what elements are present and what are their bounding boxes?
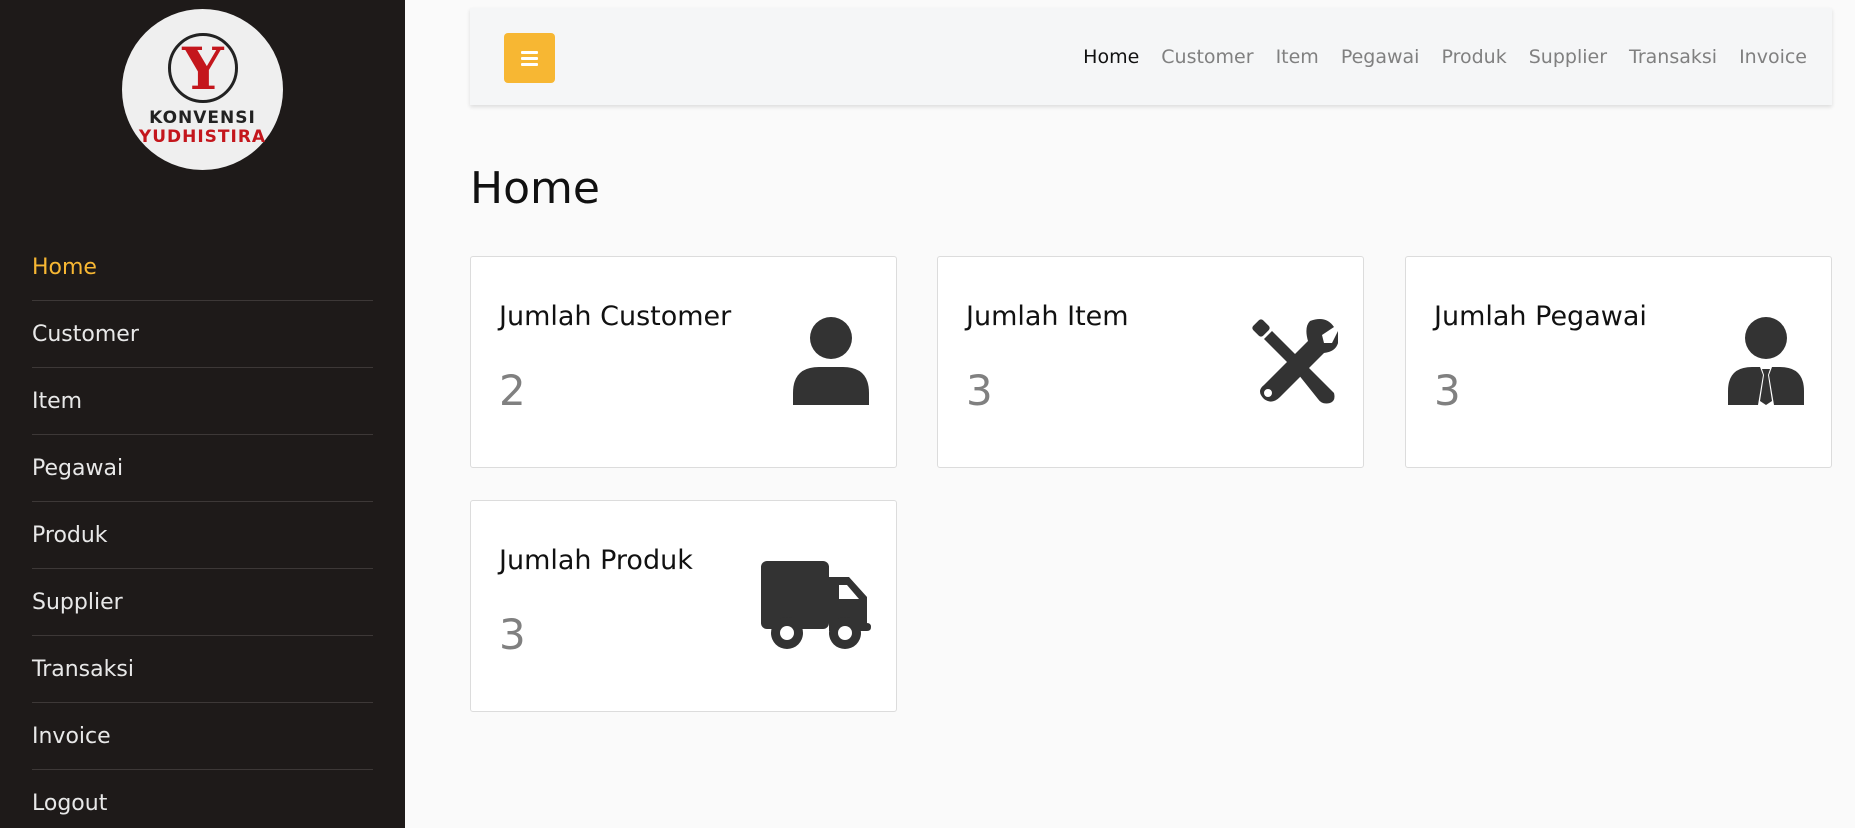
card-value: 3: [1434, 366, 1461, 415]
topnav-link-home[interactable]: Home: [1083, 46, 1139, 68]
sidebar-item-produk[interactable]: Produk: [32, 502, 373, 569]
card-pegawai: Jumlah Pegawai 3: [1405, 256, 1832, 468]
page-title: Home: [470, 163, 600, 214]
topnav-link-invoice[interactable]: Invoice: [1739, 46, 1807, 68]
sidebar-item-customer[interactable]: Customer: [32, 301, 373, 368]
sidebar-item-logout[interactable]: Logout: [32, 770, 373, 828]
topnav-link-supplier[interactable]: Supplier: [1529, 46, 1607, 68]
sidebar-nav: Home Customer Item Pegawai Produk Suppli…: [32, 234, 373, 828]
logo-line2: YUDHISTIRA: [138, 127, 267, 147]
tools-icon: [1252, 319, 1338, 404]
topnav-link-customer[interactable]: Customer: [1161, 46, 1253, 68]
logo-line1: KONVENSI: [149, 108, 256, 128]
topnav-link-produk[interactable]: Produk: [1441, 46, 1506, 68]
sidebar-item-pegawai[interactable]: Pegawai: [32, 435, 373, 502]
truck-icon: [761, 561, 871, 649]
hamburger-icon: [521, 50, 538, 54]
logo: Y KONVENSI YUDHISTIRA: [122, 9, 283, 170]
user-tie-icon: [1728, 317, 1804, 405]
menu-toggle-button[interactable]: [504, 33, 555, 83]
topnav-link-pegawai[interactable]: Pegawai: [1341, 46, 1420, 68]
sidebar-item-invoice[interactable]: Invoice: [32, 703, 373, 770]
user-icon: [793, 317, 869, 405]
sidebar-item-transaksi[interactable]: Transaksi: [32, 636, 373, 703]
card-item: Jumlah Item 3: [937, 256, 1364, 468]
card-title: Jumlah Pegawai: [1434, 301, 1647, 332]
sidebar-item-home[interactable]: Home: [32, 234, 373, 301]
top-nav: Home Customer Item Pegawai Produk Suppli…: [1061, 8, 1807, 105]
card-title: Jumlah Produk: [499, 545, 693, 576]
card-value: 2: [499, 366, 526, 415]
card-produk: Jumlah Produk 3: [470, 500, 897, 712]
card-title: Jumlah Customer: [499, 301, 732, 332]
sidebar-item-supplier[interactable]: Supplier: [32, 569, 373, 636]
topnav-link-item[interactable]: Item: [1276, 46, 1319, 68]
card-value: 3: [966, 366, 993, 415]
sidebar-item-item[interactable]: Item: [32, 368, 373, 435]
logo-emblem: Y: [168, 33, 238, 103]
topnav-link-transaksi[interactable]: Transaksi: [1629, 46, 1717, 68]
card-title: Jumlah Item: [966, 301, 1129, 332]
logo-letter: Y: [182, 35, 224, 103]
top-navbar: Home Customer Item Pegawai Produk Suppli…: [470, 8, 1832, 105]
card-value: 3: [499, 610, 526, 659]
card-customer: Jumlah Customer 2: [470, 256, 897, 468]
sidebar: Y KONVENSI YUDHISTIRA Home Customer Item…: [0, 0, 405, 828]
